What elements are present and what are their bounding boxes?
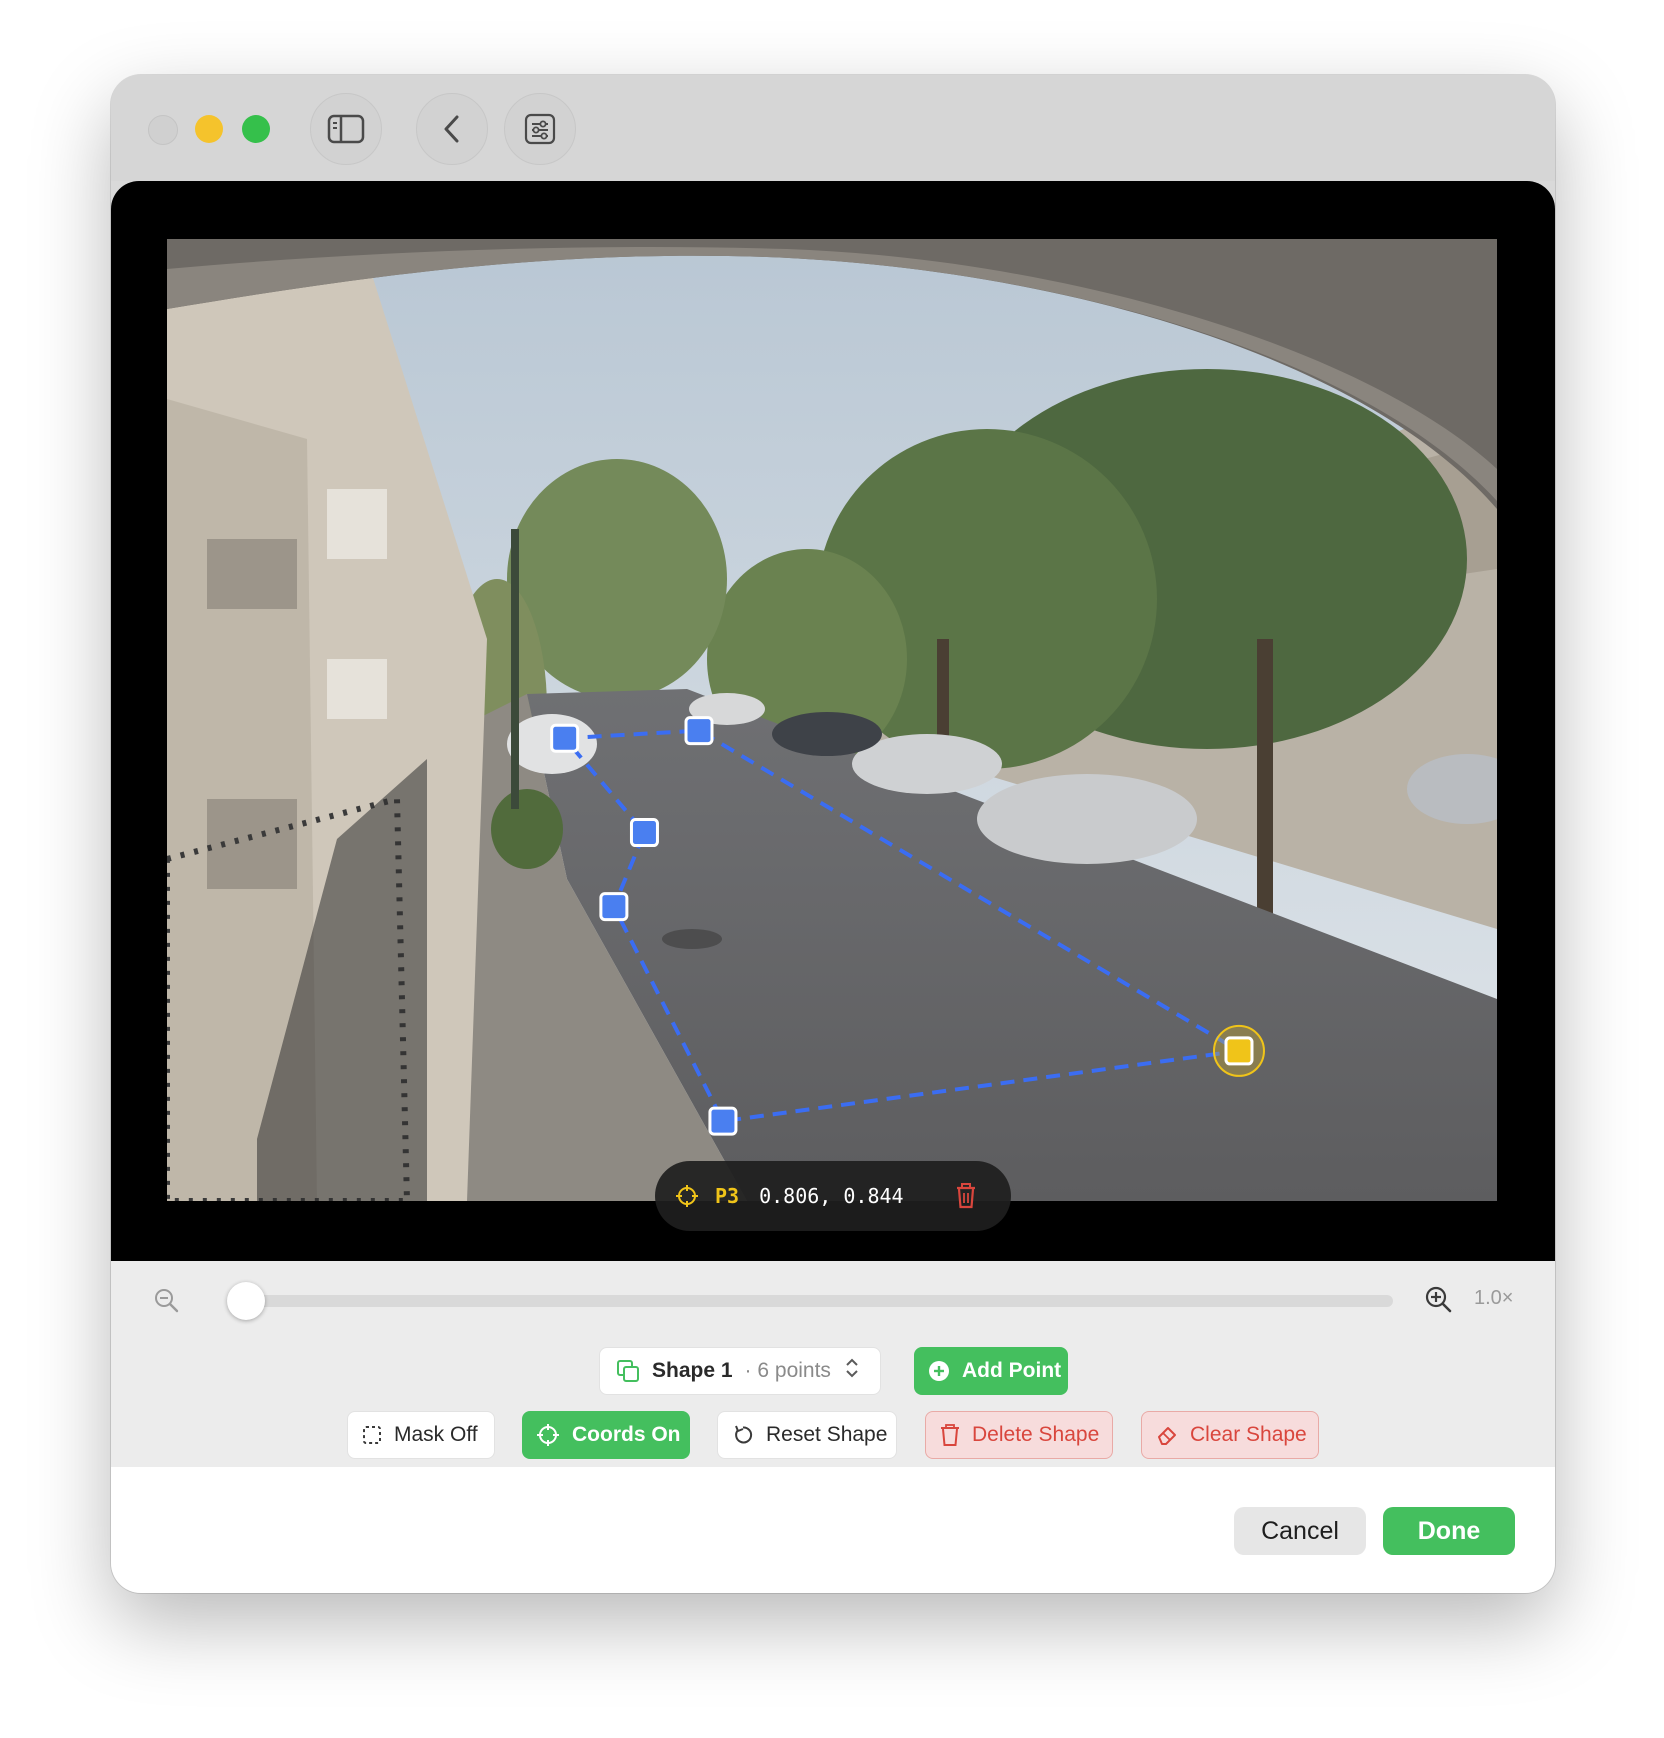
mask-toggle-button[interactable]: Mask Off bbox=[347, 1411, 495, 1459]
delete-shape-button[interactable]: Delete Shape bbox=[925, 1411, 1113, 1459]
shape-point-count: · 6 points bbox=[744, 1359, 831, 1382]
cancel-button[interactable]: Cancel bbox=[1234, 1507, 1366, 1555]
sidebar-toggle-icon bbox=[327, 114, 365, 144]
zoom-in-button[interactable] bbox=[1424, 1285, 1452, 1318]
dashed-square-icon bbox=[362, 1425, 382, 1445]
add-point-label: Add Point bbox=[962, 1359, 1062, 1382]
title-bar bbox=[111, 75, 1555, 181]
selected-point-label: P3 bbox=[715, 1184, 740, 1208]
zoom-out-button[interactable] bbox=[153, 1287, 179, 1318]
shape-point-handle-p1[interactable] bbox=[550, 723, 580, 753]
editor-window: P3 0.806, 0.844 1.0× Shape 1 · 6 points … bbox=[111, 75, 1555, 1593]
shape-point-handle-p5[interactable] bbox=[599, 892, 629, 922]
image-canvas: P3 0.806, 0.844 bbox=[111, 181, 1555, 1261]
chevron-left-icon bbox=[444, 115, 459, 143]
crosshair-icon bbox=[676, 1185, 698, 1207]
shape-outline bbox=[560, 728, 1245, 1124]
zoom-slider-handle[interactable] bbox=[227, 1282, 265, 1320]
shapes-icon bbox=[616, 1359, 640, 1383]
chevron-up-down-icon bbox=[845, 1357, 859, 1385]
close-window-button[interactable] bbox=[148, 115, 178, 145]
reset-shape-label: Reset Shape bbox=[766, 1423, 888, 1446]
coordinate-readout: P3 0.806, 0.844 bbox=[655, 1161, 1011, 1231]
delete-shape-label: Delete Shape bbox=[972, 1423, 1100, 1446]
shape-point-handle-p4[interactable] bbox=[708, 1106, 738, 1136]
shape-selector[interactable]: Shape 1 · 6 points bbox=[599, 1347, 881, 1395]
maximize-window-button[interactable] bbox=[242, 115, 270, 143]
zoom-in-icon bbox=[1425, 1286, 1452, 1313]
settings-button[interactable] bbox=[504, 93, 576, 165]
zoom-out-icon bbox=[155, 1289, 179, 1313]
shape-point-handle-p6[interactable] bbox=[629, 818, 659, 848]
trash-icon bbox=[957, 1183, 975, 1209]
reset-icon bbox=[732, 1424, 754, 1446]
delete-point-button[interactable] bbox=[955, 1183, 977, 1214]
zoom-slider[interactable] bbox=[227, 1282, 1393, 1320]
trash-icon bbox=[940, 1424, 960, 1446]
sidebar-toggle-button[interactable] bbox=[310, 93, 382, 165]
back-button[interactable] bbox=[416, 93, 488, 165]
controls-panel: 1.0× Shape 1 · 6 points Add Point Mask O… bbox=[111, 1261, 1555, 1467]
coords-toggle-button[interactable]: Coords On bbox=[522, 1411, 690, 1459]
clear-shape-label: Clear Shape bbox=[1190, 1423, 1307, 1446]
dialog-footer: Cancel Done bbox=[111, 1467, 1555, 1593]
eraser-icon bbox=[1156, 1424, 1178, 1446]
crosshair-icon bbox=[536, 1423, 560, 1447]
selected-point-coords: 0.806, 0.844 bbox=[759, 1184, 904, 1208]
coords-toggle-label: Coords On bbox=[572, 1423, 681, 1446]
clear-shape-button[interactable]: Clear Shape bbox=[1141, 1411, 1319, 1459]
reset-shape-button[interactable]: Reset Shape bbox=[717, 1411, 897, 1459]
zoom-level-label: 1.0× bbox=[1474, 1287, 1514, 1309]
minimize-window-button[interactable] bbox=[195, 115, 223, 143]
add-point-button[interactable]: Add Point bbox=[914, 1347, 1068, 1395]
sliders-icon bbox=[524, 113, 556, 145]
shape-point-handle-p3[interactable] bbox=[1224, 1036, 1254, 1066]
done-button[interactable]: Done bbox=[1383, 1507, 1515, 1555]
shape-point-handle-p2[interactable] bbox=[684, 716, 714, 746]
plus-circle-icon bbox=[928, 1360, 950, 1382]
shape-name: Shape 1 bbox=[652, 1359, 733, 1382]
shape-overlay[interactable] bbox=[167, 239, 1497, 1201]
mask-toggle-label: Mask Off bbox=[394, 1423, 478, 1446]
